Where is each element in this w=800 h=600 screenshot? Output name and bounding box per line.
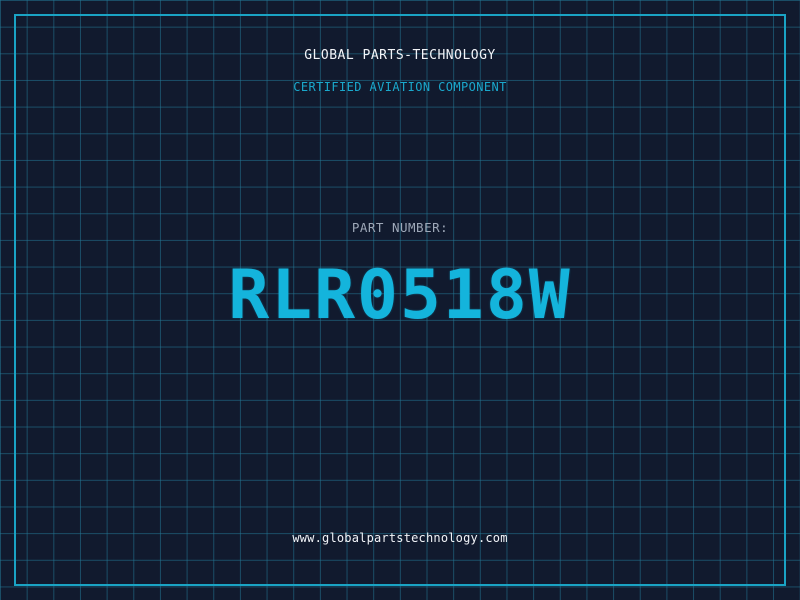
website-url: www.globalpartstechnology.com: [292, 531, 508, 545]
part-card: GLOBAL PARTS-TECHNOLOGY CERTIFIED AVIATI…: [0, 0, 800, 600]
company-name: GLOBAL PARTS-TECHNOLOGY: [304, 48, 496, 63]
certification-tagline: CERTIFIED AVIATION COMPONENT: [293, 80, 507, 94]
part-number-label: PART NUMBER:: [351, 220, 449, 235]
part-number-value: RLR0518W: [228, 256, 572, 335]
